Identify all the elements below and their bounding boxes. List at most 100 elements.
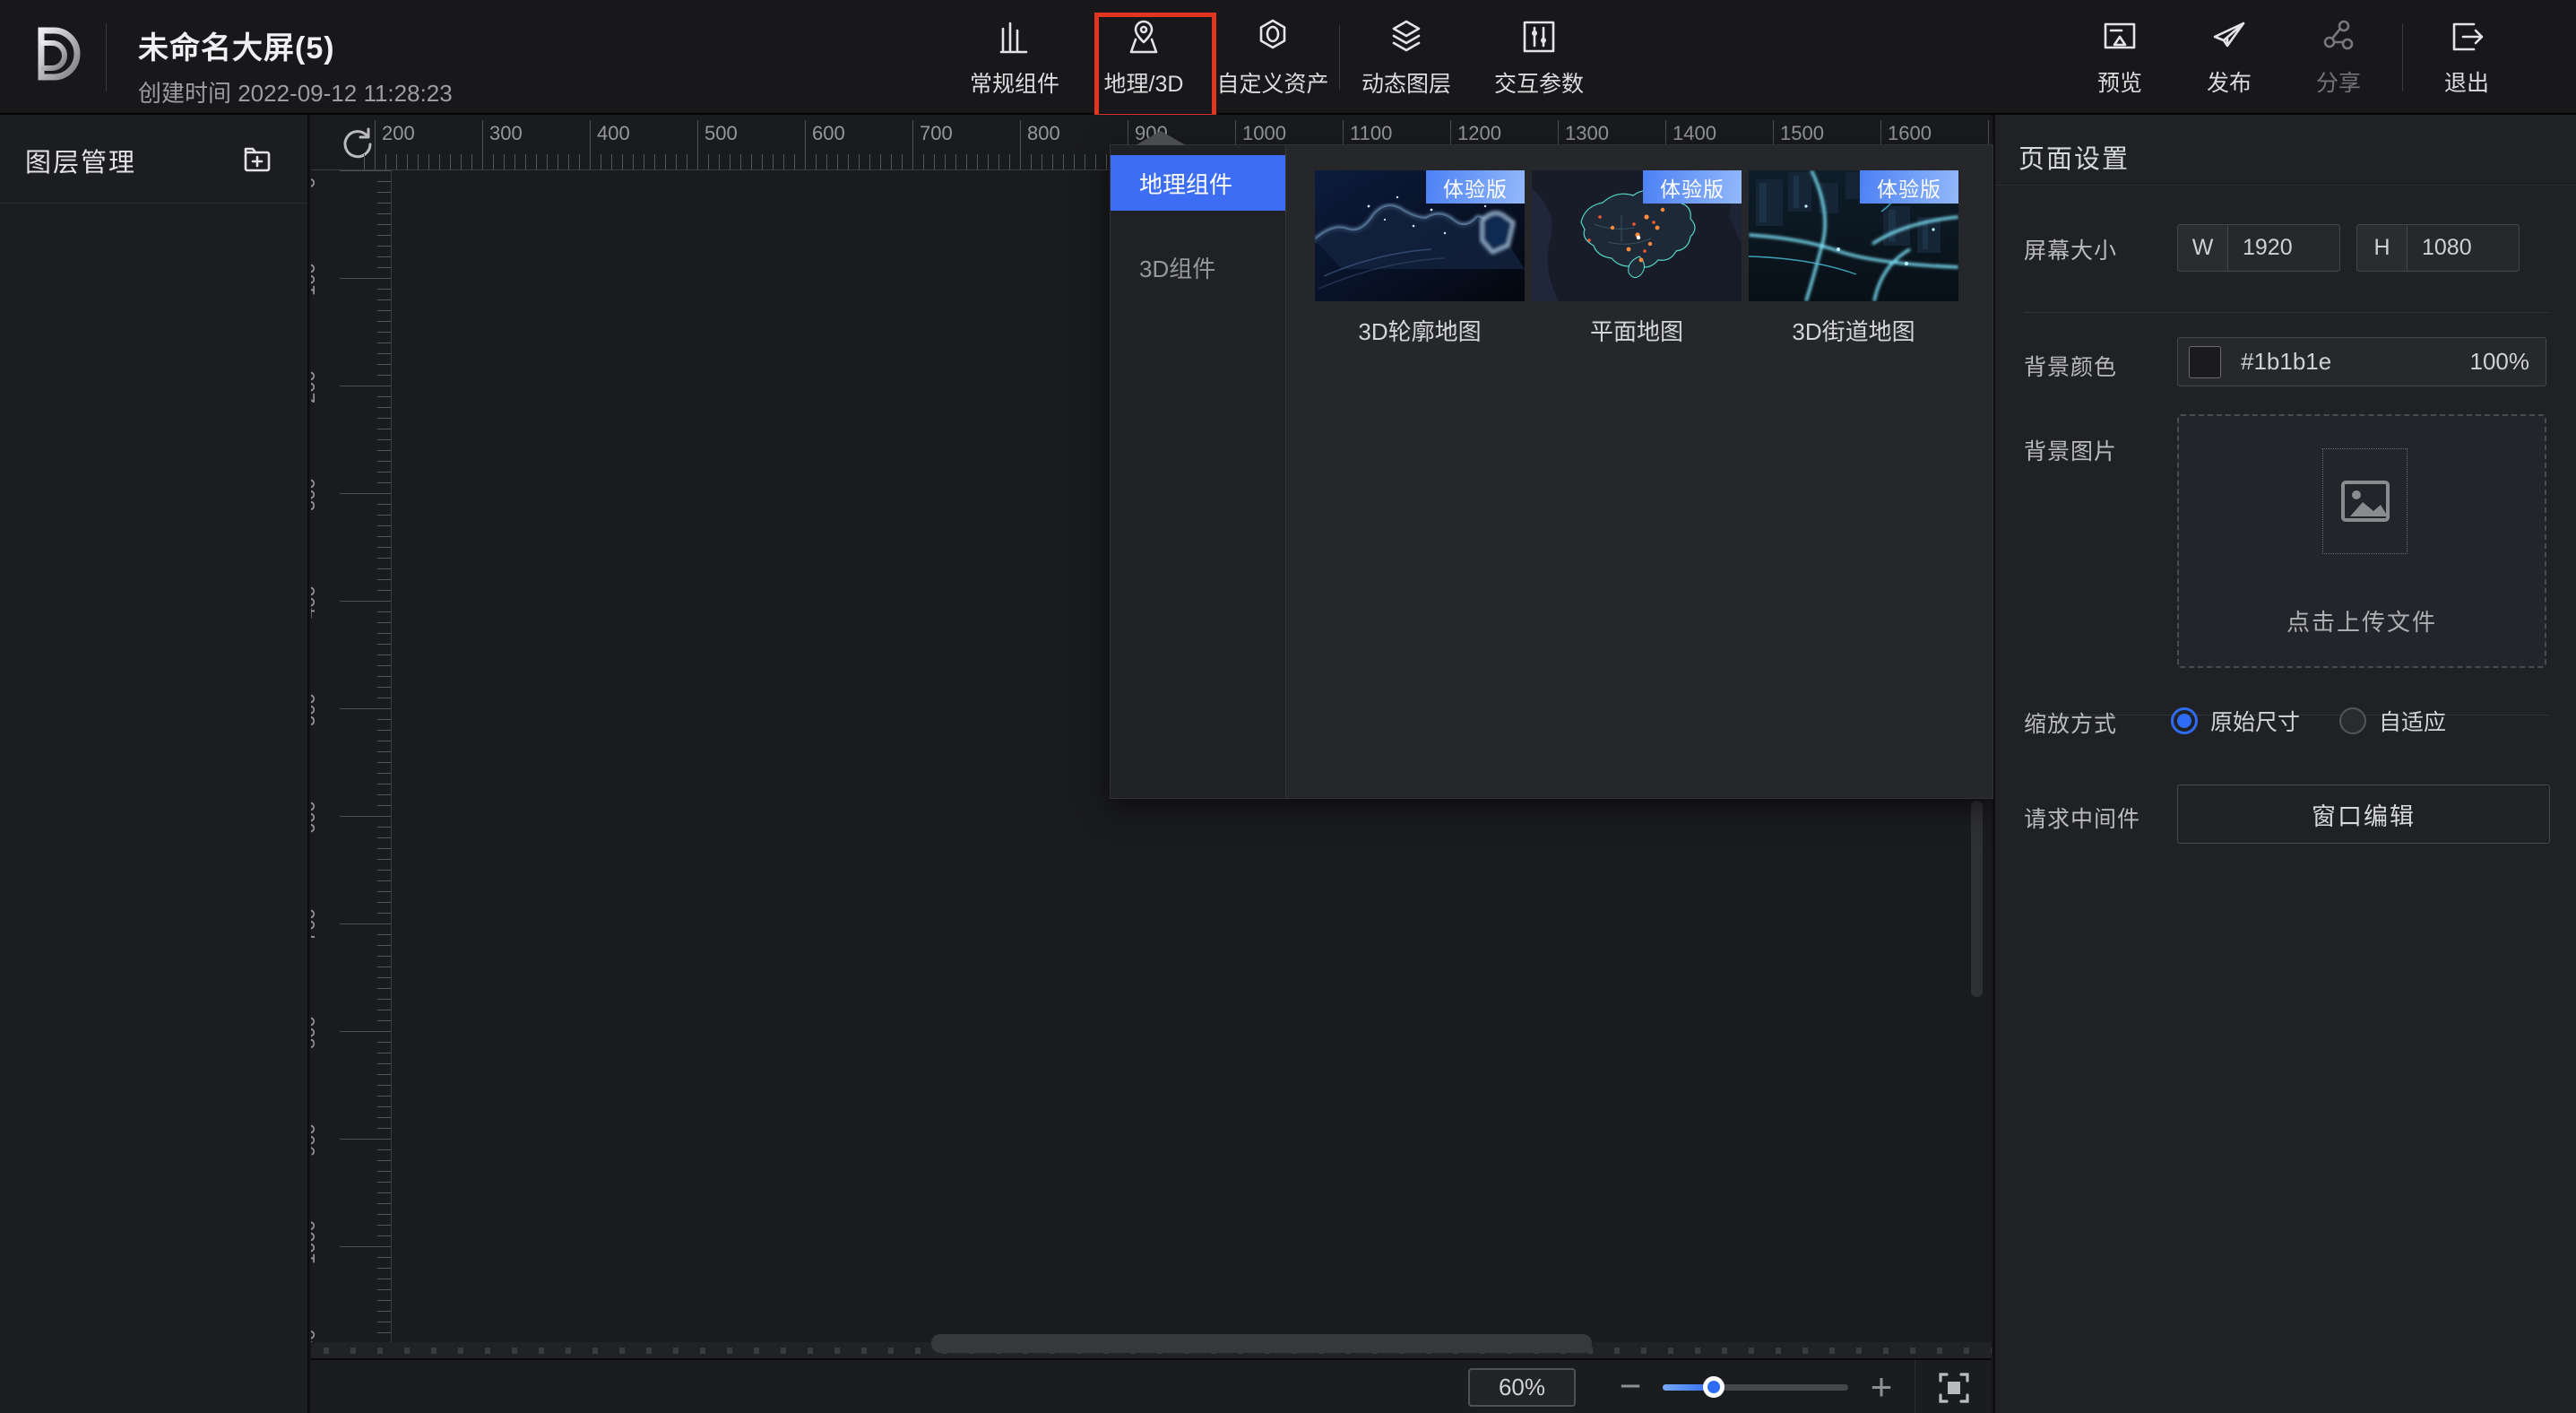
upload-hint-text: 点击上传文件 [2179, 604, 2545, 637]
ruler-tick-label: 1300 [1565, 122, 1609, 145]
ruler-tick-label: 0 [311, 178, 320, 188]
header-actions: 预览 发布 分享 退出 [2065, 0, 2521, 115]
layers-sidebar-header: 图层管理 [0, 115, 307, 203]
zoom-slider-thumb[interactable] [1703, 1376, 1725, 1398]
zoom-level-input[interactable]: 60% [1468, 1368, 1576, 1407]
vertical-ruler: 010020030040050060070080090010001100 [311, 170, 392, 1413]
ruler-tick-label: 700 [311, 908, 320, 941]
publish-icon [2209, 17, 2249, 56]
ruler-tick-label: 400 [311, 585, 320, 619]
page-settings-panel: 页面设置 屏幕大小 W 1920 H 1080 背景颜色 #1b1b1e 100… [1993, 115, 2576, 1413]
trial-badge: 体验版 [1426, 170, 1525, 204]
width-prefix: W [2178, 225, 2228, 271]
share-icon [2319, 17, 2358, 56]
ruler-tick-label: 300 [311, 478, 320, 511]
header-divider [106, 23, 107, 91]
tool-interaction-params[interactable]: 交互参数 [1473, 0, 1605, 115]
ruler-tick-label: 600 [812, 122, 845, 145]
tool-regular-components[interactable]: 常规组件 [948, 0, 1081, 115]
scale-mode-label: 缩放方式 [2024, 706, 2117, 739]
dropdown-arrow [1136, 131, 1186, 145]
bg-color-field[interactable]: #1b1b1e 100% [2177, 337, 2546, 386]
tab-3d-components[interactable]: 3D组件 [1111, 239, 1285, 295]
image-placeholder-icon [2338, 473, 2393, 529]
upload-placeholder-frame [2322, 448, 2407, 554]
ruler-tick-label: 700 [920, 122, 953, 145]
component-label: 3D街道地图 [1749, 314, 1958, 347]
ruler-tick-label: 1100 [1350, 122, 1392, 145]
ruler-tick-label: 300 [489, 122, 523, 145]
ruler-tick-label: 200 [382, 122, 415, 145]
width-input[interactable]: 1920 [2228, 225, 2339, 271]
component-label: 3D轮廓地图 [1315, 314, 1525, 347]
trial-badge: 体验版 [1643, 170, 1742, 204]
tool-custom-assets[interactable]: 自定义资产 [1206, 0, 1339, 115]
sidebar-separator [0, 203, 307, 204]
document-title: 未命名大屏(5) [138, 23, 335, 67]
page-settings-title: 页面设置 [2018, 138, 2130, 176]
layers-icon [1386, 16, 1427, 57]
radio-original-size[interactable] [2171, 707, 2198, 734]
screen-size-label: 屏幕大小 [2024, 233, 2117, 265]
ruler-tick-label: 400 [597, 122, 630, 145]
exit-icon [2447, 17, 2486, 56]
exit-button[interactable]: 退出 [2412, 0, 2521, 115]
share-button[interactable]: 分享 [2284, 0, 2393, 115]
add-folder-icon[interactable] [239, 142, 275, 178]
bg-color-swatch[interactable] [2189, 346, 2221, 378]
vertical-scrollbar[interactable] [1971, 801, 1983, 997]
app-logo-icon [20, 23, 90, 93]
zoom-out-button[interactable]: − [1612, 1372, 1648, 1404]
actions-divider [2402, 23, 2403, 91]
thumbnail-flat-map: 体验版 [1532, 170, 1742, 301]
layers-title: 图层管理 [25, 142, 136, 179]
height-input-group[interactable]: H 1080 [2356, 224, 2520, 272]
ruler-tick-label: 800 [1027, 122, 1060, 145]
bg-image-upload-area[interactable]: 点击上传文件 [2177, 414, 2546, 668]
tab-geo-components[interactable]: 地理组件 [1111, 155, 1285, 211]
component-card-flat-map[interactable]: 体验版 平面地图 [1532, 170, 1742, 347]
component-label: 平面地图 [1532, 314, 1742, 347]
ruler-tick-label: 1500 [1780, 122, 1824, 145]
ruler-tick-label: 1400 [1673, 122, 1716, 145]
component-toolbar: 常规组件 地理/3D 自定义资产 动态图层 [948, 0, 1605, 115]
sliders-icon [1518, 16, 1560, 57]
publish-button[interactable]: 发布 [2174, 0, 2284, 115]
component-card-3d-contour-map[interactable]: 体验版 3D轮廓地图 [1315, 170, 1525, 347]
window-edit-button[interactable]: 窗口编辑 [2177, 785, 2550, 844]
tool-geo-3d[interactable]: 地理/3D [1081, 0, 1206, 115]
bg-image-label: 背景图片 [2024, 434, 2117, 466]
thumbnail-3d-contour-map: 体验版 [1315, 170, 1525, 301]
ruler-tick-label: 800 [311, 1016, 320, 1049]
ruler-tick-label: 1000 [1242, 122, 1286, 145]
radio-adaptive[interactable] [2339, 707, 2366, 734]
preview-button[interactable]: 预览 [2065, 0, 2174, 115]
zoom-in-button[interactable]: + [1863, 1372, 1899, 1404]
settings-separator [1995, 185, 2576, 186]
bg-color-label: 背景颜色 [2024, 350, 2117, 382]
middleware-label: 请求中间件 [2024, 802, 2140, 834]
height-input[interactable]: 1080 [2407, 225, 2519, 271]
layers-sidebar: 图层管理 [0, 115, 309, 1413]
preview-icon [2100, 17, 2139, 56]
ruler-tick-label: 1200 [1457, 122, 1501, 145]
thumbnail-3d-street-map: 体验版 [1749, 170, 1958, 301]
ruler-tick-label: 1000 [311, 1220, 320, 1264]
bg-color-opacity[interactable]: 100% [2470, 348, 2530, 376]
ruler-tick-label: 100 [311, 263, 320, 296]
zoom-slider[interactable] [1663, 1384, 1848, 1391]
bg-color-hex[interactable]: #1b1b1e [2241, 348, 2331, 376]
trial-badge: 体验版 [1860, 170, 1958, 204]
radio-adaptive-label[interactable]: 自适应 [2379, 705, 2446, 737]
width-input-group[interactable]: W 1920 [2177, 224, 2340, 272]
fit-to-screen-icon[interactable] [1935, 1369, 1973, 1407]
horizontal-scrollbar[interactable] [931, 1334, 1592, 1353]
radio-original-size-label[interactable]: 原始尺寸 [2210, 705, 2300, 737]
ruler-tick-label: 900 [311, 1123, 320, 1157]
tool-dynamic-layers[interactable]: 动态图层 [1340, 0, 1473, 115]
height-prefix: H [2357, 225, 2407, 271]
ruler-tick-label: 1600 [1888, 122, 1932, 145]
settings-separator [2024, 312, 2549, 313]
dropdown-content: 体验版 3D轮廓地图 体验版 平面地图 [1287, 145, 1994, 798]
component-card-3d-street-map[interactable]: 体验版 3D街道地图 [1749, 170, 1958, 347]
